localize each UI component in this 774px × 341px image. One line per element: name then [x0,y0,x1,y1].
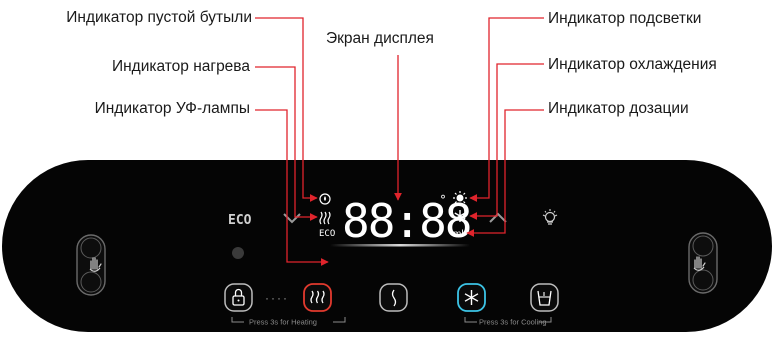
lcd-display: ECO 88:88 ° ml [319,191,472,248]
left-dispense-handle[interactable] [76,234,106,296]
press-heating-label: Press 3s for Heating [249,318,317,327]
lcd-eco-label: ECO [319,229,335,239]
eco-indicator-dot [232,247,244,259]
cup-button[interactable] [530,283,559,312]
dots-separator: ···· [265,291,289,305]
cooling-button[interactable] [457,283,486,312]
lock-button[interactable] [224,283,253,312]
right-dispense-handle[interactable] [688,232,718,294]
lcd-digits: 88:88 [342,194,470,248]
control-panel-diagram: ECO ECO 88:88 ° ml ···· Press 3s for Hea… [2,17,772,332]
lcd-degree: ° [440,193,446,207]
lcd-glow-line [330,244,470,247]
flow-button[interactable] [379,283,408,312]
lcd-ml: ml [453,229,464,240]
press-cooling-label: Press 3s for Cooling [479,318,547,327]
heating-button[interactable] [303,283,332,312]
eco-label: ECO [228,213,252,228]
